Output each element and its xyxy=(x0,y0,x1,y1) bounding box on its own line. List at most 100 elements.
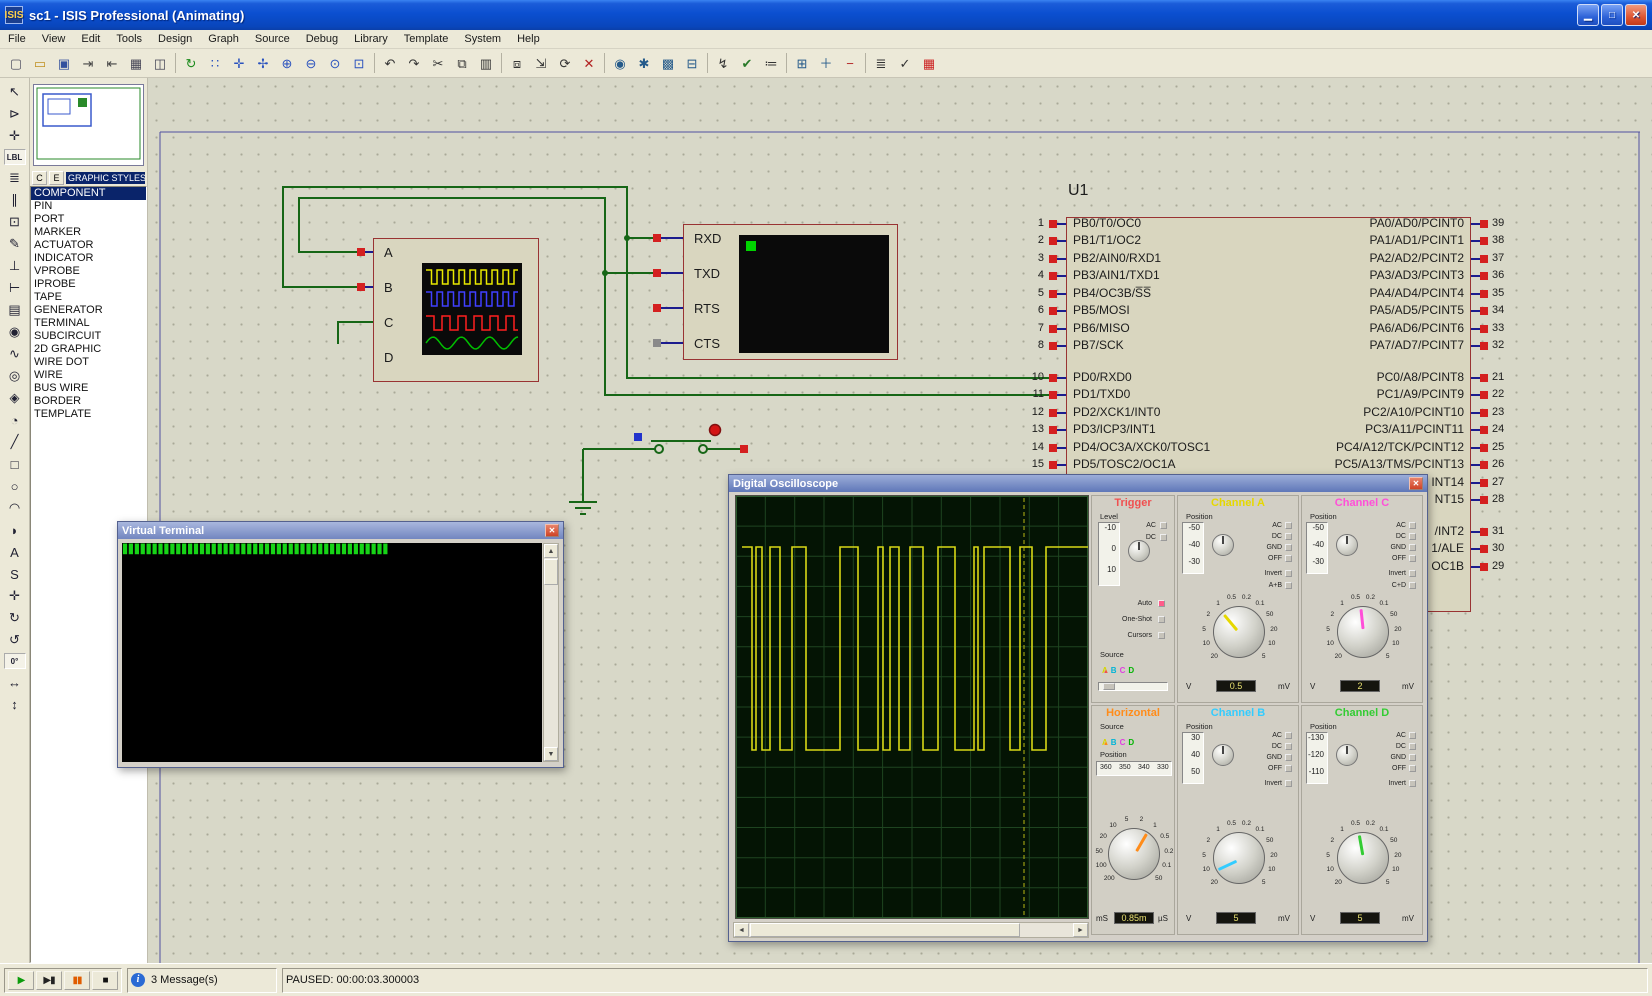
selector-item-iprobe[interactable]: IPROBE xyxy=(31,278,146,291)
menu-debug[interactable]: Debug xyxy=(298,31,346,47)
channel-d-ac-button[interactable] xyxy=(1409,732,1416,739)
mcu-pin-26-square[interactable] xyxy=(1480,461,1488,469)
horizontal-source-c[interactable]: C xyxy=(1120,738,1126,747)
mcu-pin-3-square[interactable] xyxy=(1049,255,1057,263)
mcu-pin-4-square[interactable] xyxy=(1049,272,1057,280)
copy-button[interactable]: ⧉ xyxy=(450,52,474,75)
selector-item-bus-wire[interactable]: BUS WIRE xyxy=(31,382,146,395)
virtual-instruments-mode-button[interactable]: ◔ xyxy=(3,409,27,431)
move-block-button[interactable]: ⇲ xyxy=(529,52,553,75)
selector-e-button[interactable]: E xyxy=(49,171,64,185)
channel-d-gain-knob[interactable] xyxy=(1337,832,1389,884)
selector-item-port[interactable]: PORT xyxy=(31,213,146,226)
selector-item-template[interactable]: TEMPLATE xyxy=(31,408,146,421)
mcu-pin-12-square[interactable] xyxy=(1049,409,1057,417)
terminal-pin-rxd[interactable] xyxy=(653,234,661,242)
menu-file[interactable]: File xyxy=(0,31,34,47)
mcu-pin-8-square[interactable] xyxy=(1049,342,1057,350)
button-indicator[interactable] xyxy=(710,425,721,436)
mcu-pin-13-square[interactable] xyxy=(1049,426,1057,434)
channel-d-gnd-button[interactable] xyxy=(1409,754,1416,761)
terminal-pin-rts[interactable] xyxy=(653,304,661,312)
delete-block-button[interactable]: ✕ xyxy=(577,52,601,75)
channel-d-invert-button[interactable] xyxy=(1409,780,1416,787)
zoom-out-button[interactable]: ⊖ xyxy=(299,52,323,75)
pause-button[interactable]: ▮▮ xyxy=(64,971,90,990)
copy-block-button[interactable]: ⧈ xyxy=(505,52,529,75)
mcu-pin-15-square[interactable] xyxy=(1049,461,1057,469)
marker-2d-button[interactable]: ✛ xyxy=(3,585,27,607)
mirror-vertical-button[interactable]: ↕ xyxy=(3,693,27,715)
trigger-source-slider[interactable] xyxy=(1098,682,1168,691)
trigger-level-knob[interactable] xyxy=(1128,540,1150,562)
step-button[interactable]: ▶▮ xyxy=(36,971,62,990)
zoom-in-button[interactable]: ⊕ xyxy=(275,52,299,75)
horizontal-timebase-knob[interactable] xyxy=(1108,828,1160,880)
trigger-source-c[interactable]: C xyxy=(1120,666,1126,675)
horizontal-source-b[interactable]: B xyxy=(1111,738,1117,747)
mcu-pin-5-square[interactable] xyxy=(1049,290,1057,298)
titlebar[interactable]: ISIS sc1 - ISIS Professional (Animating)… xyxy=(0,0,1652,30)
terminal-pin-txd[interactable] xyxy=(653,269,661,277)
selector-item-terminal[interactable]: TERMINAL xyxy=(31,317,146,330)
trigger-slider-thumb[interactable] xyxy=(1103,683,1115,690)
junction-dot-mode-button[interactable]: ✛ xyxy=(3,125,27,147)
terminal-pin-cts[interactable] xyxy=(653,339,661,347)
zoom-all-button[interactable]: ⊙ xyxy=(323,52,347,75)
channel-c-dc-button[interactable] xyxy=(1409,533,1416,540)
text-2d-button[interactable]: A xyxy=(3,541,27,563)
mcu-pin-23-square[interactable] xyxy=(1480,409,1488,417)
instant-edit-mode-button[interactable]: ✎ xyxy=(3,233,27,255)
arc-2d-button[interactable]: ◠ xyxy=(3,497,27,519)
virtual-terminal-close-button[interactable]: ✕ xyxy=(545,524,559,537)
mcu-pin-14-square[interactable] xyxy=(1049,444,1057,452)
channel-a-ac-button[interactable] xyxy=(1285,522,1292,529)
menu-library[interactable]: Library xyxy=(346,31,396,47)
rotate-block-button[interactable]: ⟳ xyxy=(553,52,577,75)
trigger-ac-button[interactable] xyxy=(1160,522,1167,529)
maximize-button[interactable]: □ xyxy=(1601,4,1623,26)
mcu-pin-29-square[interactable] xyxy=(1480,563,1488,571)
save-design-button[interactable]: ▣ xyxy=(52,52,76,75)
selector-item-tape[interactable]: TAPE xyxy=(31,291,146,304)
search-tag-button[interactable]: ✔ xyxy=(735,52,759,75)
mark-output-area-button[interactable]: ◫ xyxy=(148,52,172,75)
trigger-cursors-button[interactable] xyxy=(1158,632,1165,639)
pick-parts-button[interactable]: ◉ xyxy=(608,52,632,75)
electrical-rules-check-button[interactable]: ✓ xyxy=(893,52,917,75)
selector-item-2d-graphic[interactable]: 2D GRAPHIC xyxy=(31,343,146,356)
oscilloscope-close-button[interactable]: ✕ xyxy=(1409,477,1423,490)
current-probe-mode-button[interactable]: ◈ xyxy=(3,387,27,409)
menu-tools[interactable]: Tools xyxy=(108,31,150,47)
mcu-pin-11-square[interactable] xyxy=(1049,391,1057,399)
mcu-pin-22-square[interactable] xyxy=(1480,391,1488,399)
channel-c-position-knob[interactable] xyxy=(1336,534,1358,556)
decompose-button[interactable]: ⊟ xyxy=(680,52,704,75)
play-button[interactable]: ▶ xyxy=(8,971,34,990)
channel-c-off-button[interactable] xyxy=(1409,555,1416,562)
mcu-pin-31-square[interactable] xyxy=(1480,528,1488,536)
virtual-terminal-screen[interactable]: ▊▊▊▊▊▊▊▊▊▊▊▊▊▊▊▊▊▊▊▊▊▊▊▊▊▊▊▊▊▊▊▊▊▊▊▊▊▊▊▊… xyxy=(122,543,542,762)
channel-a-position-knob[interactable] xyxy=(1212,534,1234,556)
tape-recorder-mode-button[interactable]: ◉ xyxy=(3,321,27,343)
channel-a-sum-button[interactable] xyxy=(1285,582,1292,589)
graph-mode-button[interactable]: ▤ xyxy=(3,299,27,321)
device-pins-mode-button[interactable]: ⊢ xyxy=(3,277,27,299)
open-design-button[interactable]: ▭ xyxy=(28,52,52,75)
line-2d-button[interactable]: ╱ xyxy=(3,431,27,453)
channel-a-gnd-button[interactable] xyxy=(1285,544,1292,551)
cut-button[interactable]: ✂ xyxy=(426,52,450,75)
mcu-pin-36-square[interactable] xyxy=(1480,272,1488,280)
make-device-button[interactable]: ✱ xyxy=(632,52,656,75)
channel-c-gnd-button[interactable] xyxy=(1409,544,1416,551)
menu-graph[interactable]: Graph xyxy=(200,31,247,47)
trigger-source-d[interactable]: D xyxy=(1128,666,1134,675)
channel-b-off-button[interactable] xyxy=(1285,765,1292,772)
property-assignment-button[interactable]: ≔ xyxy=(759,52,783,75)
print-design-button[interactable]: ▦ xyxy=(124,52,148,75)
mirror-horizontal-button[interactable]: ↔ xyxy=(3,671,27,693)
mcu-pin-6-square[interactable] xyxy=(1049,307,1057,315)
selector-item-component[interactable]: COMPONENT xyxy=(31,187,146,200)
channel-b-invert-button[interactable] xyxy=(1285,780,1292,787)
new-document-button[interactable]: ▢ xyxy=(4,52,28,75)
